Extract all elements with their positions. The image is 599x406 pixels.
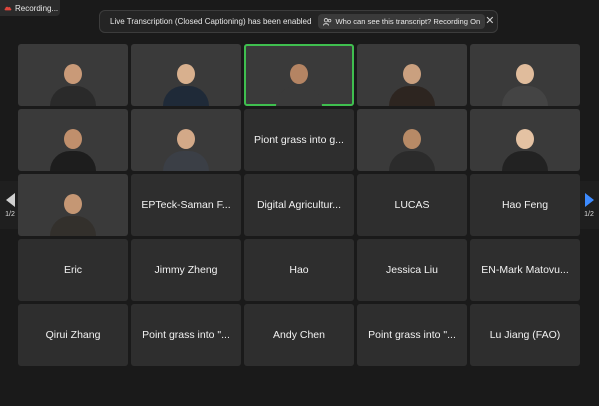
cloud-record-icon	[4, 6, 12, 11]
previous-page-button[interactable]: 1/2	[0, 181, 20, 229]
participant-name-tile[interactable]: Andy Chen	[244, 304, 354, 366]
participant-name: Digital Agricultur...	[256, 199, 342, 211]
participant-name: EN-Mark Matovu...	[481, 264, 569, 276]
participant-video	[502, 64, 548, 106]
participant-name: Piont grass into g...	[254, 134, 344, 146]
participant-video	[502, 129, 548, 171]
participant-video-tile[interactable]	[18, 44, 128, 106]
participant-name-tile[interactable]: Jessica Liu	[357, 239, 467, 301]
participant-video	[163, 129, 209, 171]
participant-video-tile[interactable]	[131, 44, 241, 106]
participant-video	[389, 129, 435, 171]
participant-video	[163, 64, 209, 106]
page-indicator-left: 1/2	[5, 210, 15, 218]
participant-name-tile[interactable]: Hao	[244, 239, 354, 301]
participant-name-tile[interactable]: Point grass into "...	[357, 304, 467, 366]
participant-video-tile[interactable]	[18, 174, 128, 236]
participant-name-tile[interactable]: EN-Mark Matovu...	[470, 239, 580, 301]
participant-name: EPTeck-Saman F...	[141, 199, 231, 211]
participant-gallery: Piont grass into g... EPTeck-Saman F... Di…	[18, 44, 580, 366]
participant-video-tile[interactable]	[470, 44, 580, 106]
participant-name: Point grass into "...	[142, 329, 230, 341]
participant-name-tile[interactable]: Jimmy Zheng	[131, 239, 241, 301]
participant-name-tile[interactable]: Piont grass into g...	[244, 109, 354, 171]
next-page-button[interactable]: 1/2	[579, 181, 599, 229]
participant-name-tile[interactable]: Digital Agricultur...	[244, 174, 354, 236]
participant-name-tile[interactable]: EPTeck-Saman F...	[131, 174, 241, 236]
participant-name-tile[interactable]: LUCAS	[357, 174, 467, 236]
participant-name: Eric	[63, 264, 83, 276]
participant-name: Hao	[289, 264, 309, 276]
participant-name-tile[interactable]: Lu Jiang (FAO)	[470, 304, 580, 366]
recording-label: Recording...	[15, 3, 59, 13]
participant-video-tile[interactable]	[357, 109, 467, 171]
participant-name-tile[interactable]: Eric	[18, 239, 128, 301]
participant-video-tile[interactable]	[131, 109, 241, 171]
participant-name-tile[interactable]: Qirui Zhang	[18, 304, 128, 366]
participant-name: Jimmy Zheng	[154, 264, 218, 276]
transcription-banner: Live Transcription (Closed Captioning) h…	[99, 10, 498, 33]
participant-video	[50, 129, 96, 171]
participant-name: LUCAS	[394, 199, 430, 211]
chevron-right-icon	[584, 192, 594, 207]
participant-video	[50, 194, 96, 236]
participant-video	[50, 64, 96, 106]
close-icon[interactable]: ✕	[485, 16, 494, 27]
participant-name-tile[interactable]: Point grass into "...	[131, 304, 241, 366]
participant-name-tile[interactable]: Hao Feng	[470, 174, 580, 236]
recording-indicator[interactable]: Recording...	[0, 0, 60, 16]
participant-name: Hao Feng	[501, 199, 549, 211]
transcript-visibility-button[interactable]: Who can see this transcript? Recording O…	[318, 14, 486, 29]
participant-video-tile[interactable]	[357, 44, 467, 106]
page-indicator-right: 1/2	[584, 210, 594, 218]
participant-video-tile[interactable]	[18, 109, 128, 171]
participant-video	[389, 64, 435, 106]
chevron-left-icon	[5, 192, 15, 207]
banner-message: Live Transcription (Closed Captioning) h…	[110, 17, 312, 26]
participant-video-tile[interactable]	[470, 109, 580, 171]
people-icon	[323, 17, 332, 26]
participant-video-tile[interactable]	[244, 44, 354, 106]
participant-name: Qirui Zhang	[45, 329, 101, 341]
pill-label: Who can see this transcript? Recording O…	[335, 17, 481, 26]
participant-video	[276, 64, 322, 106]
participant-name: Andy Chen	[273, 329, 325, 341]
participant-name: Jessica Liu	[386, 264, 438, 276]
participant-name: Lu Jiang (FAO)	[489, 329, 561, 341]
participant-name: Point grass into "...	[368, 329, 456, 341]
